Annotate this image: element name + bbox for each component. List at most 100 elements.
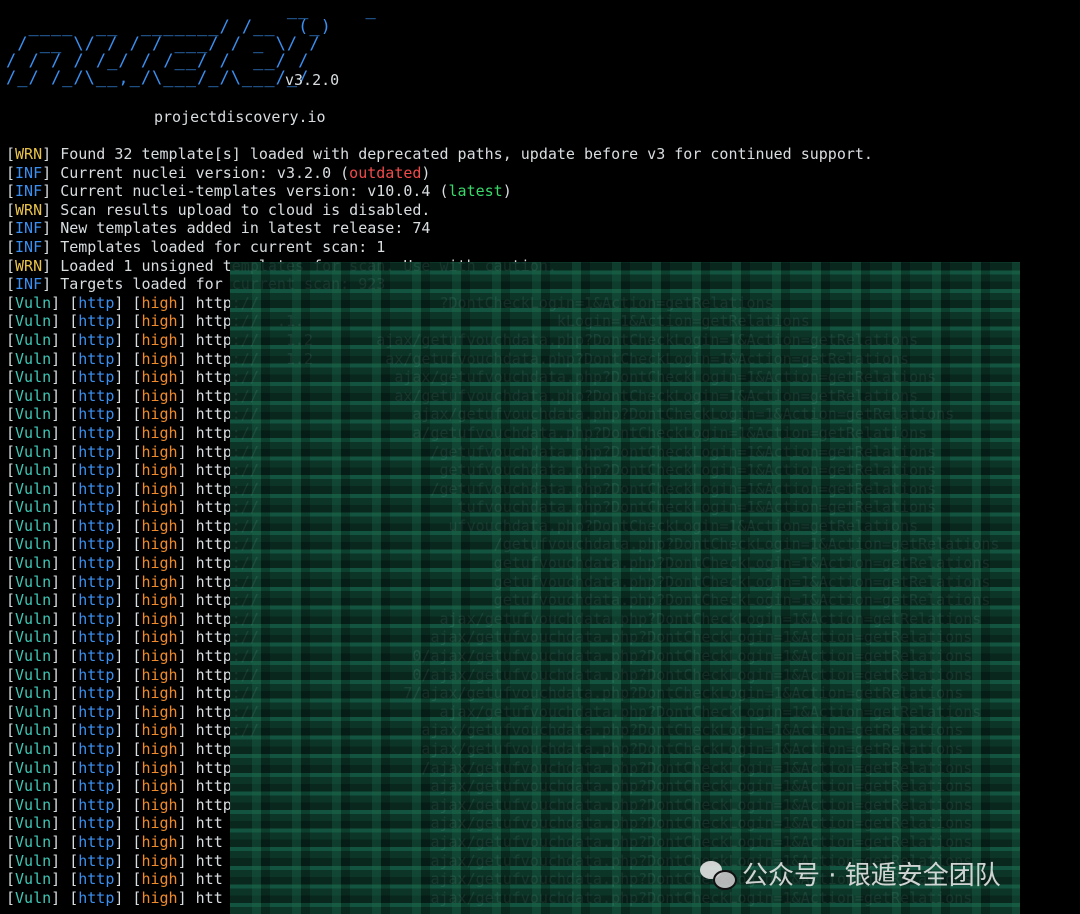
log-line: [INF] Current nuclei version: v3.2.0 (ou… [6, 163, 431, 182]
protocol-tag: http [78, 628, 115, 647]
vuln-tag: Vuln [15, 628, 52, 647]
protocol-tag: http [78, 498, 115, 517]
log-message: Current nuclei version: v3.2.0 ( [60, 163, 350, 182]
protocol-tag: http [78, 554, 115, 573]
protocol-tag: http [78, 777, 115, 796]
severity-tag: high [141, 851, 178, 870]
severity-tag: high [141, 349, 178, 368]
severity-tag: high [141, 665, 178, 684]
severity-tag: high [141, 405, 178, 424]
vuln-tag: Vuln [15, 740, 52, 758]
severity-tag: high [141, 479, 178, 498]
protocol-tag: http [78, 721, 115, 740]
vuln-tag: Vuln [15, 721, 52, 740]
protocol-tag: http [78, 535, 115, 554]
protocol-tag: http [78, 647, 115, 666]
severity-tag: high [141, 386, 178, 405]
protocol-tag: http [78, 665, 115, 684]
protocol-tag: http [78, 740, 115, 758]
protocol-tag: http [78, 609, 115, 628]
protocol-tag: http [78, 368, 115, 387]
protocol-tag: http [78, 702, 115, 721]
vuln-tag: Vuln [15, 330, 52, 349]
vuln-tag: Vuln [15, 777, 52, 796]
severity-tag: high [141, 740, 178, 758]
vuln-tag: Vuln [15, 888, 52, 907]
severity-tag: high [141, 795, 178, 814]
protocol-tag: http [78, 293, 115, 312]
protocol-tag: http [78, 423, 115, 442]
severity-tag: high [141, 609, 178, 628]
vuln-tag: Vuln [15, 702, 52, 721]
log-level-tag: WRN [15, 200, 43, 219]
vuln-tag: Vuln [15, 665, 52, 684]
vuln-tag: Vuln [15, 516, 52, 535]
protocol-tag: http [78, 795, 115, 814]
vuln-tag: Vuln [15, 386, 52, 405]
vuln-tag: Vuln [15, 442, 52, 461]
log-line: [INF] Templates loaded for current scan:… [6, 237, 386, 256]
watermark-text: 公众号 · 银遁安全团队 [742, 861, 1001, 891]
vuln-tag: Vuln [15, 554, 52, 573]
vuln-tag: Vuln [15, 293, 52, 312]
vuln-tag: Vuln [15, 461, 52, 480]
log-level-tag: INF [15, 237, 43, 256]
log-line: [INF] New templates added in latest rele… [6, 219, 431, 238]
severity-tag: high [141, 535, 178, 554]
vuln-tag: Vuln [15, 498, 52, 517]
protocol-tag: http [78, 832, 115, 851]
vuln-tag: Vuln [15, 368, 52, 387]
vuln-tag: Vuln [15, 851, 52, 870]
severity-tag: high [141, 423, 178, 442]
severity-tag: high [141, 312, 178, 331]
protocol-tag: http [78, 684, 115, 703]
protocol-tag: http [78, 349, 115, 368]
log-line: [INF] Current nuclei-templates version: … [6, 182, 512, 201]
terminal-window[interactable]: __ _ ____ __ _______/ /__ (_) / __ \/ / … [0, 0, 1080, 914]
protocol-tag: http [78, 758, 115, 777]
severity-tag: high [141, 684, 178, 703]
vuln-tag: Vuln [15, 870, 52, 889]
vuln-tag: Vuln [15, 423, 52, 442]
protocol-tag: http [78, 851, 115, 870]
log-line: [WRN] Scan results upload to cloud is di… [6, 200, 431, 219]
severity-tag: high [141, 647, 178, 666]
watermark: 公众号 · 银遁安全团队 [700, 855, 1001, 892]
severity-tag: high [141, 442, 178, 461]
protocol-tag: http [78, 405, 115, 424]
wechat-icon [700, 859, 737, 890]
protocol-tag: http [78, 442, 115, 461]
vuln-tag: Vuln [15, 814, 52, 833]
version-status: outdated [349, 163, 422, 182]
vuln-tag: Vuln [15, 312, 52, 331]
severity-tag: high [141, 591, 178, 610]
log-level-tag: WRN [15, 145, 43, 163]
protocol-tag: http [78, 814, 115, 833]
banner-version: v3.2.0 [285, 71, 340, 89]
vuln-tag: Vuln [15, 405, 52, 424]
log-level-tag: INF [15, 275, 43, 294]
severity-tag: high [141, 554, 178, 573]
vuln-tag: Vuln [15, 647, 52, 666]
severity-tag: high [141, 814, 178, 833]
banner-tagline: projectdiscovery.io [154, 108, 326, 126]
severity-tag: high [141, 293, 178, 312]
severity-tag: high [141, 628, 178, 647]
protocol-tag: http [78, 870, 115, 889]
severity-tag: high [141, 330, 178, 349]
protocol-tag: http [78, 312, 115, 331]
vuln-tag: Vuln [15, 684, 52, 703]
severity-tag: high [141, 702, 178, 721]
severity-tag: high [141, 572, 178, 591]
vuln-tag: Vuln [15, 795, 52, 814]
severity-tag: high [141, 777, 178, 796]
vuln-tag: Vuln [15, 572, 52, 591]
log-message: New templates added in latest release: 7… [60, 219, 431, 238]
vuln-tag: Vuln [15, 609, 52, 628]
vuln-tag: Vuln [15, 832, 52, 851]
log-message: Scan results upload to cloud is disabled… [60, 200, 431, 219]
protocol-tag: http [78, 461, 115, 480]
severity-tag: high [141, 516, 178, 535]
log-level-tag: INF [15, 219, 43, 238]
log-line: [WRN] Found 32 template[s] loaded with d… [6, 145, 873, 163]
